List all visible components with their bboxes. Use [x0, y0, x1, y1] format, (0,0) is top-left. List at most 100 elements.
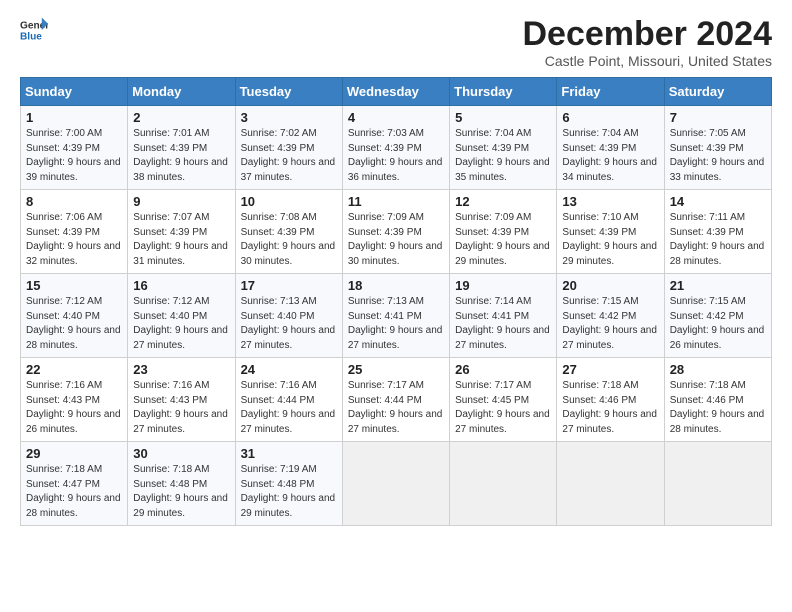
calendar-cell: 27 Sunrise: 7:18 AMSunset: 4:46 PMDayligh…	[557, 358, 664, 442]
day-number: 22	[26, 362, 122, 377]
day-number: 30	[133, 446, 229, 461]
cell-info: Sunrise: 7:09 AMSunset: 4:39 PMDaylight:…	[455, 211, 551, 269]
calendar-cell: 20Sunrise: 7:15 AMSunset: 4:42 PMDayligh…	[557, 274, 664, 358]
cell-info: Sunrise: 7:08 AMSunset: 4:39 PMDaylight:…	[241, 211, 337, 269]
cell-info: Sunrise: 7:13 AMSunset: 4:41 PMDaylight:…	[348, 295, 444, 353]
calendar-cell	[557, 442, 664, 526]
calendar-cell: 29 Sunrise: 7:18 AMSunset: 4:47 PMDayligh…	[21, 442, 128, 526]
day-number: 21	[670, 278, 766, 293]
day-number: 19	[455, 278, 551, 293]
cell-info: Sunrise: 7:18 AMSunset: 4:47 PMDaylight:…	[26, 463, 122, 521]
calendar-cell: 24Sunrise: 7:16 AMSunset: 4:44 PMDayligh…	[235, 358, 342, 442]
cell-info: Sunrise: 7:09 AMSunset: 4:39 PMDaylight:…	[348, 211, 444, 269]
cell-info: Sunrise: 7:13 AMSunset: 4:40 PMDaylight:…	[241, 295, 337, 353]
day-number: 2	[133, 110, 229, 125]
calendar-cell: 30 Sunrise: 7:18 AMSunset: 4:48 PMDayligh…	[128, 442, 235, 526]
weekday-header-tuesday: Tuesday	[235, 78, 342, 106]
day-number: 10	[241, 194, 337, 209]
day-number: 16	[133, 278, 229, 293]
cell-info: Sunrise: 7:16 AMSunset: 4:43 PMDaylight:…	[26, 379, 122, 437]
calendar-cell: 19 Sunrise: 7:14 AMSunset: 4:41 PMDayligh…	[450, 274, 557, 358]
calendar-week-row: 1 Sunrise: 7:00 AMSunset: 4:39 PMDaylight…	[21, 106, 772, 190]
day-number: 27	[562, 362, 658, 377]
cell-info: Sunrise: 7:16 AMSunset: 4:43 PMDaylight:…	[133, 379, 229, 437]
cell-info: Sunrise: 7:18 AMSunset: 4:46 PMDaylight:…	[562, 379, 658, 437]
weekday-header-row: SundayMondayTuesdayWednesdayThursdayFrid…	[21, 78, 772, 106]
calendar-week-row: 29 Sunrise: 7:18 AMSunset: 4:47 PMDayligh…	[21, 442, 772, 526]
day-number: 5	[455, 110, 551, 125]
cell-info: Sunrise: 7:14 AMSunset: 4:41 PMDaylight:…	[455, 295, 551, 353]
calendar-cell: 26 Sunrise: 7:17 AMSunset: 4:45 PMDayligh…	[450, 358, 557, 442]
day-number: 17	[241, 278, 337, 293]
header: General Blue December 2024 Castle Point,…	[20, 16, 772, 69]
day-number: 1	[26, 110, 122, 125]
calendar-cell: 2Sunrise: 7:01 AMSunset: 4:39 PMDaylight…	[128, 106, 235, 190]
calendar-cell: 15 Sunrise: 7:12 AMSunset: 4:40 PMDayligh…	[21, 274, 128, 358]
calendar-cell: 28Sunrise: 7:18 AMSunset: 4:46 PMDayligh…	[664, 358, 771, 442]
day-number: 29	[26, 446, 122, 461]
calendar-cell	[450, 442, 557, 526]
day-number: 15	[26, 278, 122, 293]
calendar-cell: 13 Sunrise: 7:10 AMSunset: 4:39 PMDayligh…	[557, 190, 664, 274]
weekday-header-friday: Friday	[557, 78, 664, 106]
cell-info: Sunrise: 7:15 AMSunset: 4:42 PMDaylight:…	[562, 295, 658, 353]
calendar-week-row: 8Sunrise: 7:06 AMSunset: 4:39 PMDaylight…	[21, 190, 772, 274]
calendar-cell: 21 Sunrise: 7:15 AMSunset: 4:42 PMDayligh…	[664, 274, 771, 358]
day-number: 4	[348, 110, 444, 125]
logo-icon: General Blue	[20, 16, 48, 44]
weekday-header-thursday: Thursday	[450, 78, 557, 106]
calendar-cell: 5 Sunrise: 7:04 AMSunset: 4:39 PMDaylight…	[450, 106, 557, 190]
calendar-cell: 10 Sunrise: 7:08 AMSunset: 4:39 PMDayligh…	[235, 190, 342, 274]
calendar-week-row: 15 Sunrise: 7:12 AMSunset: 4:40 PMDayligh…	[21, 274, 772, 358]
cell-info: Sunrise: 7:19 AMSunset: 4:48 PMDaylight:…	[241, 463, 337, 521]
calendar-cell: 17 Sunrise: 7:13 AMSunset: 4:40 PMDayligh…	[235, 274, 342, 358]
cell-info: Sunrise: 7:18 AMSunset: 4:46 PMDaylight:…	[670, 379, 766, 437]
cell-info: Sunrise: 7:00 AMSunset: 4:39 PMDaylight:…	[26, 127, 122, 185]
weekday-header-wednesday: Wednesday	[342, 78, 449, 106]
day-number: 31	[241, 446, 337, 461]
calendar-cell: 16 Sunrise: 7:12 AMSunset: 4:40 PMDayligh…	[128, 274, 235, 358]
cell-info: Sunrise: 7:17 AMSunset: 4:44 PMDaylight:…	[348, 379, 444, 437]
cell-info: Sunrise: 7:10 AMSunset: 4:39 PMDaylight:…	[562, 211, 658, 269]
day-number: 11	[348, 194, 444, 209]
calendar-cell: 18Sunrise: 7:13 AMSunset: 4:41 PMDayligh…	[342, 274, 449, 358]
day-number: 3	[241, 110, 337, 125]
day-number: 12	[455, 194, 551, 209]
month-title: December 2024	[522, 16, 772, 53]
cell-info: Sunrise: 7:17 AMSunset: 4:45 PMDaylight:…	[455, 379, 551, 437]
day-number: 13	[562, 194, 658, 209]
svg-text:Blue: Blue	[20, 31, 42, 42]
day-number: 7	[670, 110, 766, 125]
calendar-table: SundayMondayTuesdayWednesdayThursdayFrid…	[20, 77, 772, 526]
weekday-header-monday: Monday	[128, 78, 235, 106]
calendar-cell	[664, 442, 771, 526]
cell-info: Sunrise: 7:12 AMSunset: 4:40 PMDaylight:…	[133, 295, 229, 353]
day-number: 8	[26, 194, 122, 209]
calendar-cell: 11 Sunrise: 7:09 AMSunset: 4:39 PMDayligh…	[342, 190, 449, 274]
calendar-cell: 14Sunrise: 7:11 AMSunset: 4:39 PMDayligh…	[664, 190, 771, 274]
day-number: 24	[241, 362, 337, 377]
calendar-cell: 4Sunrise: 7:03 AMSunset: 4:39 PMDaylight…	[342, 106, 449, 190]
day-number: 6	[562, 110, 658, 125]
day-number: 25	[348, 362, 444, 377]
calendar-cell: 8Sunrise: 7:06 AMSunset: 4:39 PMDaylight…	[21, 190, 128, 274]
calendar-cell: 6 Sunrise: 7:04 AMSunset: 4:39 PMDaylight…	[557, 106, 664, 190]
calendar-week-row: 22 Sunrise: 7:16 AMSunset: 4:43 PMDayligh…	[21, 358, 772, 442]
cell-info: Sunrise: 7:15 AMSunset: 4:42 PMDaylight:…	[670, 295, 766, 353]
calendar-cell: 25 Sunrise: 7:17 AMSunset: 4:44 PMDayligh…	[342, 358, 449, 442]
weekday-header-saturday: Saturday	[664, 78, 771, 106]
cell-info: Sunrise: 7:02 AMSunset: 4:39 PMDaylight:…	[241, 127, 337, 185]
cell-info: Sunrise: 7:04 AMSunset: 4:39 PMDaylight:…	[562, 127, 658, 185]
location-title: Castle Point, Missouri, United States	[522, 53, 772, 69]
calendar-cell: 1 Sunrise: 7:00 AMSunset: 4:39 PMDaylight…	[21, 106, 128, 190]
day-number: 14	[670, 194, 766, 209]
cell-info: Sunrise: 7:12 AMSunset: 4:40 PMDaylight:…	[26, 295, 122, 353]
day-number: 26	[455, 362, 551, 377]
calendar-cell: 3 Sunrise: 7:02 AMSunset: 4:39 PMDaylight…	[235, 106, 342, 190]
calendar-cell: 12 Sunrise: 7:09 AMSunset: 4:39 PMDayligh…	[450, 190, 557, 274]
calendar-cell: 22 Sunrise: 7:16 AMSunset: 4:43 PMDayligh…	[21, 358, 128, 442]
calendar-cell: 23Sunrise: 7:16 AMSunset: 4:43 PMDayligh…	[128, 358, 235, 442]
cell-info: Sunrise: 7:04 AMSunset: 4:39 PMDaylight:…	[455, 127, 551, 185]
cell-info: Sunrise: 7:18 AMSunset: 4:48 PMDaylight:…	[133, 463, 229, 521]
calendar-cell: 31 Sunrise: 7:19 AMSunset: 4:48 PMDayligh…	[235, 442, 342, 526]
